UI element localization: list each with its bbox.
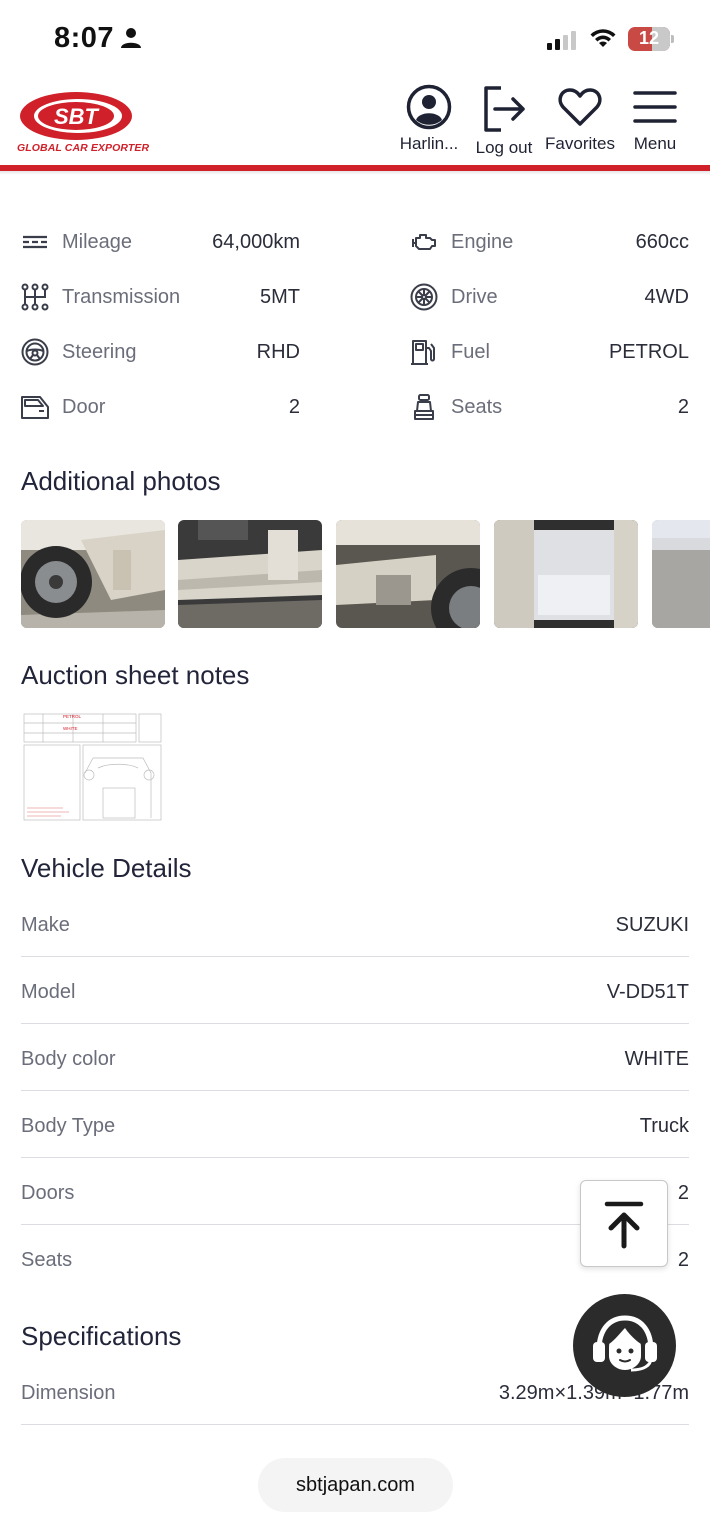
nav-account-label: Harlin... xyxy=(399,134,459,153)
battery-level: 12 xyxy=(638,28,660,48)
spec-label: Mileage xyxy=(62,231,133,253)
spec-door: Door 2 xyxy=(21,387,300,427)
wheel-icon xyxy=(410,283,438,311)
status-time: 8:07 xyxy=(54,22,115,54)
spec-label: Door xyxy=(62,396,106,418)
specifications-title: Specifications xyxy=(21,1321,182,1351)
auction-sheet-thumbnail[interactable]: PETROL WHITE xyxy=(23,713,163,823)
spec-value: RHD xyxy=(256,341,300,363)
headset-agent-icon xyxy=(593,1315,657,1372)
spec-seats: Seats 2 xyxy=(410,387,689,427)
logout-icon xyxy=(484,86,525,132)
car-door-icon xyxy=(21,396,49,419)
nav-favorites[interactable]: Favorites xyxy=(543,84,617,154)
photo-carousel[interactable] xyxy=(21,520,710,628)
user-circle-icon xyxy=(406,84,452,130)
detail-value: V-DD51T xyxy=(606,981,689,1003)
svg-text:SBT: SBT xyxy=(54,104,100,129)
photo-thumbnail[interactable] xyxy=(336,520,480,628)
spec-value: 64,000km xyxy=(212,231,300,253)
status-bar: 8:07 12 xyxy=(0,0,710,78)
svg-text:WHITE: WHITE xyxy=(63,726,78,731)
spec-label: Engine xyxy=(451,231,514,253)
arrow-up-to-top-icon xyxy=(604,1201,644,1249)
nav-menu[interactable]: Menu xyxy=(626,84,684,154)
spec-label: Drive xyxy=(451,286,498,308)
engine-icon xyxy=(412,234,436,250)
browser-url-bar[interactable]: sbtjapan.com xyxy=(258,1458,453,1512)
detail-label: Seats xyxy=(21,1249,73,1271)
heart-icon xyxy=(558,88,602,126)
hamburger-menu-icon xyxy=(633,91,677,123)
spec-value: 5MT xyxy=(260,286,300,308)
battery-icon: 12 xyxy=(628,27,674,51)
lot-photo xyxy=(652,520,710,628)
detail-label: Model xyxy=(21,981,76,1003)
detail-value: WHITE xyxy=(624,1048,689,1070)
scroll-to-top-button[interactable] xyxy=(580,1180,668,1267)
cellular-signal-icon xyxy=(547,31,576,50)
nav-account[interactable]: Harlin... xyxy=(388,84,470,154)
detail-label: Body Type xyxy=(21,1115,116,1137)
vehicle-details-title: Vehicle Details xyxy=(21,853,192,883)
detail-value: 2 xyxy=(677,1249,689,1271)
gearshift-icon xyxy=(21,283,49,311)
nav-favorites-label: Favorites xyxy=(545,134,615,153)
svg-text:PETROL: PETROL xyxy=(63,714,82,719)
detail-label: Body color xyxy=(21,1048,116,1070)
undercarriage-photo xyxy=(336,520,480,628)
undercarriage-photo xyxy=(494,520,638,628)
site-header: SBT GLOBAL CAR EXPORTER Harlin... Log ou… xyxy=(0,78,710,170)
detail-row-make: Make SUZUKI xyxy=(21,890,689,957)
spec-value: 660cc xyxy=(635,231,689,253)
spec-drive: Drive 4WD xyxy=(410,277,689,317)
additional-photos-title: Additional photos xyxy=(21,466,221,496)
spec-label: Transmission xyxy=(62,286,181,308)
detail-value: 2 xyxy=(677,1182,689,1204)
detail-row-model: Model V-DD51T xyxy=(21,957,689,1024)
detail-row-body-color: Body color WHITE xyxy=(21,1024,689,1091)
nav-logout[interactable]: Log out xyxy=(470,84,538,158)
spec-engine: Engine 660cc xyxy=(410,222,689,262)
nav-logout-label: Log out xyxy=(475,138,533,157)
spec-value: PETROL xyxy=(608,341,689,363)
spec-transmission: Transmission 5MT xyxy=(21,277,300,317)
spec-steering: Steering RHD xyxy=(21,332,300,372)
logo-tagline: GLOBAL CAR EXPORTER xyxy=(17,142,150,154)
fuel-pump-icon xyxy=(411,340,435,365)
spec-label: Seats xyxy=(451,396,503,418)
spec-value: 2 xyxy=(288,396,300,418)
detail-value: Truck xyxy=(639,1115,689,1137)
photo-thumbnail[interactable] xyxy=(21,520,165,628)
seat-icon xyxy=(414,394,434,420)
spec-label: Steering xyxy=(62,341,137,363)
steering-wheel-icon xyxy=(21,338,49,366)
detail-label: Dimension xyxy=(21,1382,116,1404)
spec-mileage: Mileage 64,000km xyxy=(21,222,300,262)
detail-row-body-type: Body Type Truck xyxy=(21,1091,689,1158)
spec-value: 4WD xyxy=(644,286,689,308)
auction-sheet-title: Auction sheet notes xyxy=(21,660,250,690)
detail-value: SUZUKI xyxy=(615,914,689,936)
photo-thumbnail[interactable] xyxy=(652,520,710,628)
odometer-icon xyxy=(23,235,47,249)
person-icon xyxy=(121,28,141,48)
undercarriage-photo xyxy=(178,520,322,628)
auction-sheet-image: PETROL WHITE xyxy=(23,713,163,823)
spec-fuel: Fuel PETROL xyxy=(410,332,689,372)
photo-thumbnail[interactable] xyxy=(494,520,638,628)
customer-support-button[interactable] xyxy=(573,1294,676,1397)
nav-menu-label: Menu xyxy=(633,134,677,153)
wifi-icon xyxy=(590,29,616,47)
detail-label: Make xyxy=(21,914,70,936)
spec-label: Fuel xyxy=(451,341,490,363)
undercarriage-photo xyxy=(21,520,165,628)
detail-label: Doors xyxy=(21,1182,75,1204)
photo-thumbnail[interactable] xyxy=(178,520,322,628)
spec-value: 2 xyxy=(677,396,689,418)
